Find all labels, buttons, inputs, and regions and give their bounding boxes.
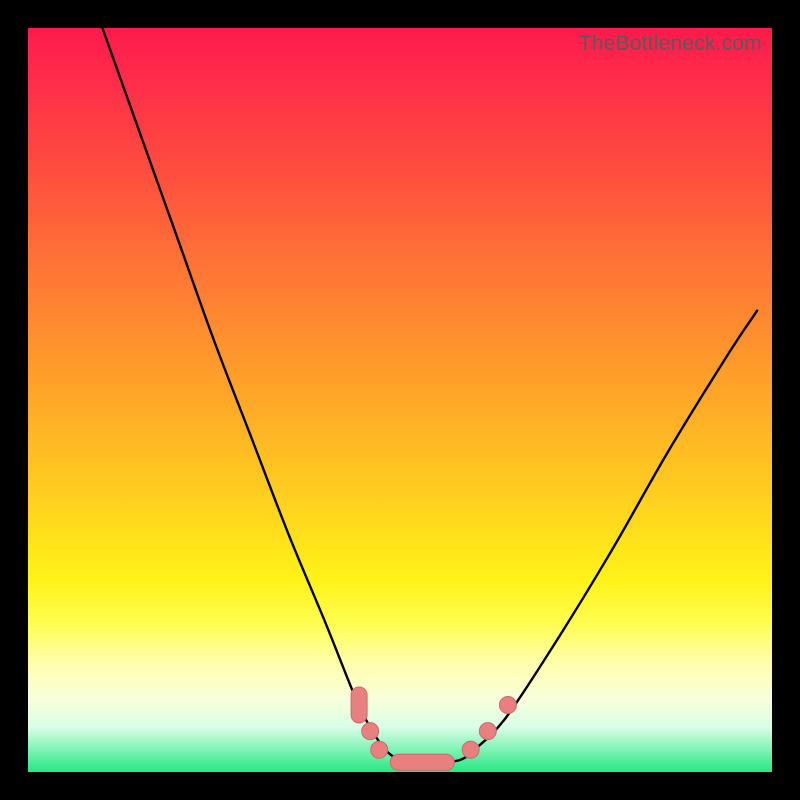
- curve-marker: [462, 741, 479, 758]
- curve-marker: [351, 687, 367, 723]
- curve-marker: [390, 754, 454, 770]
- curve-marker: [499, 697, 516, 714]
- chart-frame: TheBottleneck.com: [0, 0, 800, 800]
- curve-path: [102, 28, 757, 763]
- curve-marker: [371, 741, 388, 758]
- bottleneck-curve: [28, 28, 772, 772]
- curve-markers: [351, 687, 516, 770]
- curve-marker: [479, 723, 496, 740]
- plot-area: TheBottleneck.com: [28, 28, 772, 772]
- curve-marker: [362, 723, 379, 740]
